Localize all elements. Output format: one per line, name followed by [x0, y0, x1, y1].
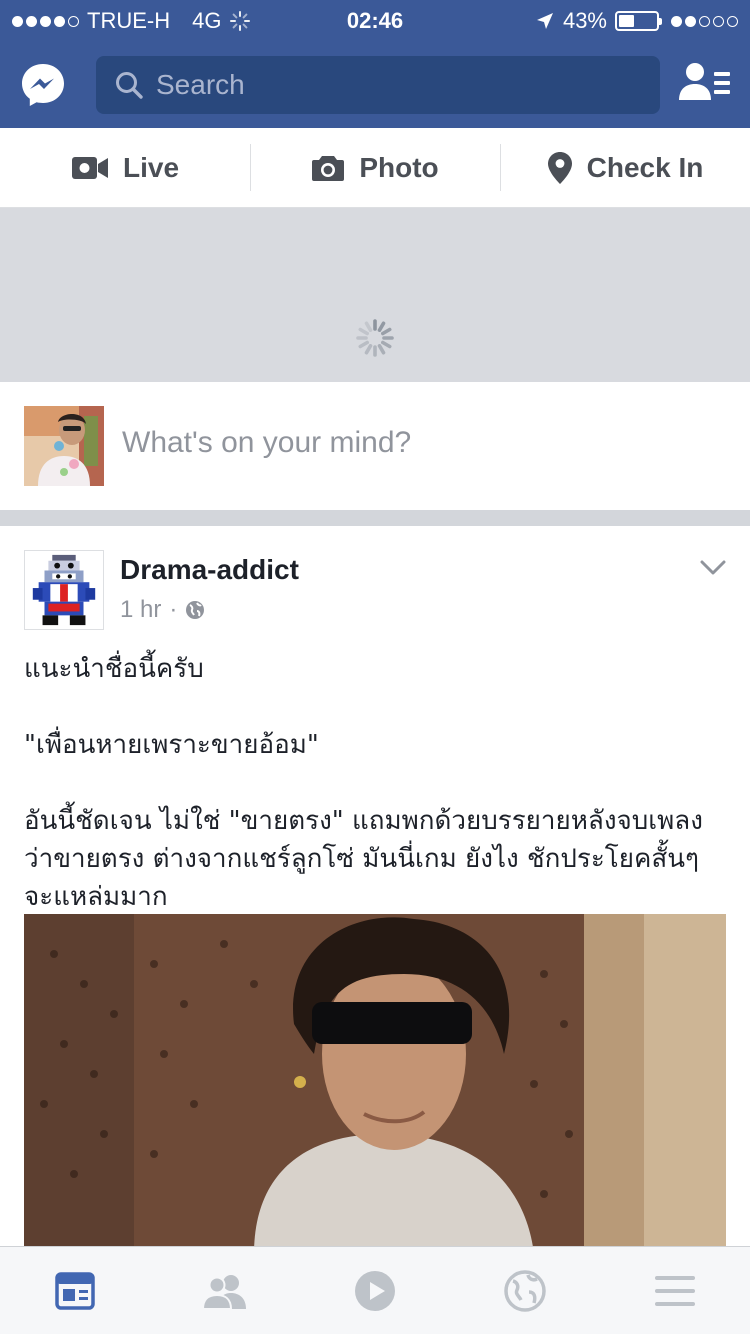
bottom-tab-bar — [0, 1246, 750, 1334]
composer-prompt: What's on your mind? — [122, 426, 412, 459]
search-icon — [116, 72, 143, 99]
status-bar: TRUE-H 4G 02:46 43% — [0, 0, 750, 40]
tab-news-feed[interactable] — [0, 1247, 150, 1334]
globe-icon — [186, 601, 205, 619]
loading-spinner-icon — [356, 319, 394, 357]
feed-post: Drama-addict 1 hr · แนะนำชื่อนี้ครับ "เพ… — [0, 526, 750, 1246]
feed-divider — [0, 510, 750, 526]
tab-menu[interactable] — [600, 1247, 750, 1334]
post-time[interactable]: 1 hr — [120, 596, 161, 624]
video-camera-icon — [71, 156, 108, 179]
page-avatar[interactable] — [24, 550, 104, 630]
post-line: "เพื่อนหายเพราะขายอ้อม" — [24, 730, 319, 760]
check-in-button[interactable]: Check In — [500, 128, 750, 207]
messenger-icon[interactable] — [20, 62, 66, 108]
meta-separator: · — [169, 596, 178, 623]
location-pin-icon — [547, 151, 572, 184]
post-photo[interactable] — [24, 914, 726, 1246]
secondary-signal-icon — [671, 15, 738, 27]
menu-icon — [655, 1275, 695, 1306]
live-label: Live — [122, 151, 180, 183]
user-avatar[interactable] — [24, 406, 104, 486]
search-input[interactable] — [156, 69, 636, 101]
notifications-globe-icon — [504, 1269, 546, 1312]
video-icon — [355, 1270, 395, 1311]
post-author[interactable]: Drama-addict — [120, 554, 299, 586]
photo-button[interactable]: Photo — [250, 128, 500, 207]
news-feed-icon — [55, 1271, 95, 1310]
post-meta: 1 hr · — [120, 596, 205, 624]
friends-icon — [202, 1274, 246, 1309]
photo-label: Photo — [359, 151, 439, 183]
top-nav — [0, 40, 750, 128]
tab-video[interactable] — [300, 1247, 450, 1334]
composer-actions: Live Photo Check In — [0, 128, 750, 208]
post-line: จะแหล่มมาก — [24, 882, 168, 912]
battery-icon — [615, 11, 662, 31]
location-arrow-icon — [536, 13, 553, 29]
status-composer[interactable]: What's on your mind? — [0, 382, 750, 510]
search-bar[interactable] — [96, 56, 660, 114]
post-body: แนะนำชื่อนี้ครับ "เพื่อนหายเพราะขายอ้อม"… — [24, 650, 734, 916]
post-line: แนะนำชื่อนี้ครับ — [24, 654, 204, 684]
tab-friends[interactable] — [150, 1247, 300, 1334]
post-line: อันนี้ชัดเจน ไม่ใช่ "ขายตรง" แถมพกด้วยบร… — [24, 806, 703, 836]
check-in-label: Check In — [586, 151, 704, 183]
camera-icon — [312, 155, 345, 181]
friend-requests-icon[interactable] — [678, 60, 730, 106]
tab-notifications[interactable] — [450, 1247, 600, 1334]
post-options-chevron-icon[interactable] — [700, 560, 726, 576]
app-header: TRUE-H 4G 02:46 43% — [0, 0, 750, 128]
battery-percent: 43% — [562, 8, 607, 33]
live-button[interactable]: Live — [0, 128, 250, 207]
post-line: ว่าขายตรง ต่างจากแชร์ลูกโซ่ มันนี่เกม ยั… — [24, 844, 699, 874]
